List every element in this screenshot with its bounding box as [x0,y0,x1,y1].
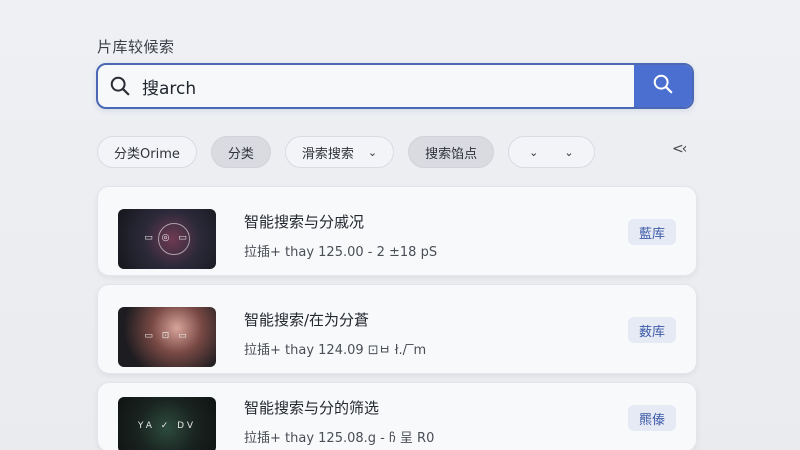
result-badge[interactable]: 羆傣 [627,405,676,431]
filter-chip-label: 搜索馅点 [425,146,478,162]
filter-bar: 分类Orime 分类 滑索搜索 ⌄ 搜索馅点 ⌄ ⌄ [97,136,595,168]
result-thumbnail: ▭ ◎ ▭ [118,209,216,269]
result-title: 智能搜索与分戚况 [244,213,365,231]
thumbnail-glyphs: ▭ ⊡ ▭ [144,331,190,341]
filter-dropdown-search[interactable]: 滑索搜索 ⌄ [284,136,395,168]
search-icon [652,73,674,99]
filter-chip-category-orime[interactable]: 分类Orime [97,136,197,168]
search-bar [96,63,694,109]
page-title: 片库较候索 [97,38,175,56]
results-list: ▭ ◎ ▭ 智能搜索与分戚况 拉插+ thay 125.00 - 2 ±18 p… [97,186,697,450]
search-input[interactable] [142,65,634,107]
result-meta: 拉插+ thay 125.08.g - ჩ 呈 R0 [244,431,435,446]
chevron-down-icon: ⌄ [564,145,574,159]
thumbnail-glyphs: ▭ ◎ ▭ [144,233,190,243]
result-meta: 拉插+ thay 124.09 ⊡ㅂ ł./‾m [244,343,427,358]
filter-dropdown-empty[interactable]: ⌄ ⌄ [508,136,595,168]
collapse-button[interactable]: <‹ [672,141,687,157]
filter-chip-label: 分类 [227,146,254,162]
chevron-down-icon: ⌄ [367,145,378,159]
filter-chip-label: 分类Orime [114,146,180,162]
list-item[interactable]: YA ✓ DV 智能搜索与分的筛选 拉插+ thay 125.08.g - ჩ … [97,382,697,450]
result-title: 智能搜索/在为分蒼 [244,311,370,329]
result-badge[interactable]: 藍库 [627,219,676,245]
filter-chip-label: 滑索搜索 [301,146,354,162]
search-icon [98,75,142,97]
filter-chip-search-point[interactable]: 搜索馅点 [408,136,495,168]
result-thumbnail: ▭ ⊡ ▭ [118,307,216,367]
list-item[interactable]: ▭ ◎ ▭ 智能搜索与分戚况 拉插+ thay 125.00 - 2 ±18 p… [97,186,697,276]
result-title: 智能搜索与分的筛选 [244,399,380,417]
result-badge[interactable]: 薮库 [627,317,676,343]
filter-chip-category[interactable]: 分类 [210,136,271,168]
result-thumbnail: YA ✓ DV [118,397,216,450]
result-meta: 拉插+ thay 125.00 - 2 ±18 pS [244,245,438,260]
search-button[interactable] [634,65,692,107]
list-item[interactable]: ▭ ⊡ ▭ 智能搜索/在为分蒼 拉插+ thay 124.09 ⊡ㅂ ł./‾m… [97,284,697,374]
thumbnail-glyphs: YA ✓ DV [137,421,197,431]
chevron-down-icon: ⌄ [529,145,539,159]
